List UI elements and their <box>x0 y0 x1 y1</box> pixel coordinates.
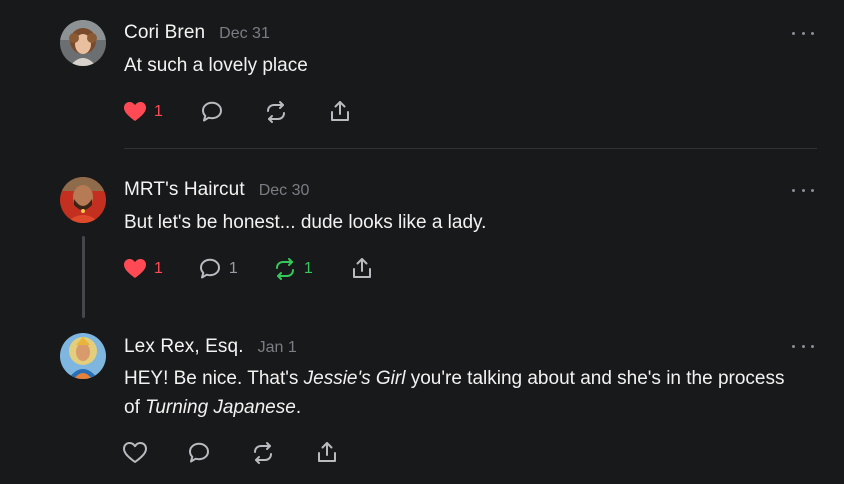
speech-bubble-icon <box>201 101 222 122</box>
restack-arrows-icon <box>275 258 294 280</box>
comment-text: But let's be honest... dude looks like a… <box>124 212 487 233</box>
share-button[interactable] <box>314 440 340 466</box>
restack-arrows-icon <box>254 442 272 464</box>
author-name[interactable]: Lex Rex, Esq. <box>124 336 244 358</box>
post-date[interactable]: Jan 1 <box>258 339 297 357</box>
action-bar <box>122 440 340 466</box>
heart-icon <box>123 442 147 463</box>
post-date[interactable]: Dec 30 <box>259 182 310 200</box>
avatar[interactable] <box>60 20 106 66</box>
comment-button[interactable]: 1 <box>197 256 238 282</box>
song-title-italic: Turning Japanese <box>145 397 296 418</box>
comment-thread: Cori Bren Dec 31 At such a lovely place … <box>0 0 844 484</box>
like-count: 1 <box>154 103 163 120</box>
action-bar: 1 1 1 <box>122 256 375 282</box>
comment-text: HEY! Be nice. That's Jessie's Girl you'r… <box>124 364 804 422</box>
author-name[interactable]: Cori Bren <box>124 22 205 44</box>
heart-icon <box>124 102 146 121</box>
comment-text: At such a lovely place <box>124 55 308 76</box>
comment-button[interactable] <box>186 440 212 466</box>
thread-connector-line <box>82 236 85 318</box>
share-button[interactable] <box>327 99 353 125</box>
share-icon <box>352 258 371 278</box>
post-header: MRT's Haircut Dec 30 <box>124 179 309 201</box>
speech-bubble-icon <box>189 442 209 463</box>
share-icon <box>330 101 349 121</box>
avatar[interactable] <box>60 333 106 379</box>
author-name[interactable]: MRT's Haircut <box>124 179 245 201</box>
post-header: Cori Bren Dec 31 <box>124 22 270 44</box>
post-date[interactable]: Dec 31 <box>219 25 270 43</box>
more-options-icon[interactable] <box>792 28 814 38</box>
more-options-icon[interactable] <box>792 185 814 195</box>
restack-button[interactable] <box>250 440 276 466</box>
heart-icon <box>124 259 146 278</box>
comment-count: 1 <box>228 260 238 277</box>
share-icon <box>318 442 336 462</box>
share-button[interactable] <box>349 256 375 282</box>
like-button[interactable]: 1 <box>122 99 163 125</box>
text-segment: HEY! Be nice. That's <box>124 368 304 389</box>
restack-button[interactable] <box>263 99 289 125</box>
text-segment: . <box>295 397 302 418</box>
post-header: Lex Rex, Esq. Jan 1 <box>124 336 297 358</box>
more-options-icon[interactable] <box>792 341 814 351</box>
like-count: 1 <box>154 260 163 277</box>
avatar[interactable] <box>60 177 106 223</box>
like-button[interactable]: 1 <box>122 256 163 282</box>
like-button[interactable] <box>122 440 148 466</box>
action-bar: 1 <box>122 99 353 125</box>
restack-count: 1 <box>303 260 313 277</box>
restack-arrows-icon <box>266 101 285 123</box>
restack-button[interactable]: 1 <box>272 256 313 282</box>
speech-bubble-icon <box>199 258 220 279</box>
song-title-italic: Jessie's Girl <box>303 368 406 389</box>
post-divider <box>124 148 817 149</box>
comment-button[interactable] <box>199 99 225 125</box>
